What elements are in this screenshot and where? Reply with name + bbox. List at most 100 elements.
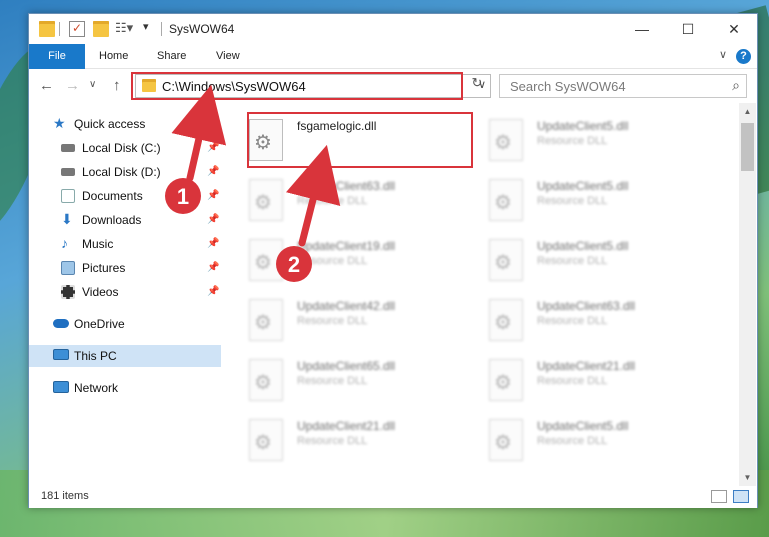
file-type: Resource DLL xyxy=(537,315,608,327)
dll-file-icon: ⚙ xyxy=(489,119,523,161)
search-input[interactable]: Search SysWOW64 xyxy=(510,79,626,94)
pin-icon[interactable]: 📌 xyxy=(207,281,219,303)
sidebar-item-local-disk-d[interactable]: Local Disk (D:) 📌 xyxy=(29,161,221,183)
ribbon: File Home Share View ∨ ? xyxy=(29,44,757,69)
sidebar-item-label: Videos xyxy=(82,285,119,299)
gear-icon: ⚙ xyxy=(254,432,272,454)
sidebar-item-documents[interactable]: Documents 📌 xyxy=(29,185,221,207)
gear-icon: ⚙ xyxy=(254,192,272,214)
pin-icon[interactable]: 📌 xyxy=(207,233,219,255)
sidebar-item-label: Music xyxy=(82,237,114,251)
cloud-icon xyxy=(53,319,69,328)
file-type: Resource DLL xyxy=(537,435,608,447)
search-icon[interactable]: ⌕ xyxy=(732,77,740,94)
help-icon[interactable]: ? xyxy=(736,49,751,64)
vertical-scrollbar[interactable]: ▲ ▼ xyxy=(739,103,756,486)
refresh-button[interactable]: ↻ xyxy=(467,73,487,93)
explorer-window: ☷▾ ▾ SysWOW64 — ☐ ✕ File Home Share View… xyxy=(28,13,758,508)
sidebar-item-onedrive[interactable]: OneDrive xyxy=(29,313,221,335)
search-box[interactable]: Search SysWOW64 ⌕ xyxy=(499,74,747,98)
properties-icon[interactable] xyxy=(69,21,85,37)
sidebar-item-label: Pictures xyxy=(82,261,126,275)
file-item[interactable]: ⚙ UpdateClient42.dll Resource DLL xyxy=(229,293,459,347)
close-button[interactable]: ✕ xyxy=(711,14,757,44)
scroll-thumb[interactable] xyxy=(741,123,754,171)
maximize-button[interactable]: ☐ xyxy=(665,14,711,44)
file-item[interactable]: ⚙ UpdateClient5.dll Resource DLL xyxy=(469,173,699,227)
dll-file-icon: ⚙ xyxy=(249,299,283,341)
tab-view[interactable]: View xyxy=(216,44,240,69)
file-item[interactable]: ⚙ UpdateClient63.dll Resource DLL xyxy=(469,293,699,347)
sidebar-item-label: This PC xyxy=(74,349,117,363)
file-item[interactable]: ⚙ UpdateClient21.dll Resource DLL xyxy=(229,413,459,467)
up-button[interactable]: ↑ xyxy=(113,77,121,94)
scroll-down-icon[interactable]: ▼ xyxy=(739,469,756,486)
file-item[interactable]: ⚙ UpdateClient5.dll Resource DLL xyxy=(469,233,699,287)
sidebar-item-network[interactable]: Network xyxy=(29,377,221,399)
back-button[interactable]: ← xyxy=(39,77,54,94)
sidebar-item-label: OneDrive xyxy=(74,317,125,331)
file-type: Resource DLL xyxy=(537,135,608,147)
customize-toolbar-icon[interactable]: ▾ xyxy=(143,20,159,36)
item-count: 181 items xyxy=(41,490,89,502)
pin-icon[interactable]: 📌 xyxy=(207,209,219,231)
file-name: UpdateClient42.dll xyxy=(297,299,396,313)
navigation-bar: ← → ∨ ↑ C:\Windows\SysWOW64 ∨ ↻ Search S… xyxy=(29,69,757,103)
file-name: UpdateClient63.dll xyxy=(297,179,396,193)
star-icon: ★ xyxy=(53,115,66,131)
file-item[interactable]: ⚙ UpdateClient63.dll Resource DLL xyxy=(229,173,459,227)
file-item[interactable]: ⚙ UpdateClient65.dll Resource DLL xyxy=(229,353,459,407)
sidebar-item-downloads[interactable]: ⬇ Downloads 📌 xyxy=(29,209,221,231)
file-name: UpdateClient65.dll xyxy=(297,359,396,373)
file-highlight xyxy=(247,112,473,168)
documents-icon xyxy=(61,189,75,203)
file-item[interactable]: ⚙ UpdateClient21.dll Resource DLL xyxy=(469,353,699,407)
computer-icon xyxy=(53,349,69,360)
pin-icon[interactable]: 📌 xyxy=(207,257,219,279)
scroll-up-icon[interactable]: ▲ xyxy=(739,103,756,120)
gear-icon: ⚙ xyxy=(254,252,272,274)
new-folder-icon[interactable] xyxy=(93,21,109,37)
dll-file-icon: ⚙ xyxy=(489,239,523,281)
sidebar-item-videos[interactable]: Videos 📌 xyxy=(29,281,221,303)
sidebar-item-local-disk-c[interactable]: Local Disk (C:) 📌 xyxy=(29,137,221,159)
file-item[interactable]: ⚙ UpdateClient5.dll Resource DLL xyxy=(469,413,699,467)
forward-button[interactable]: → xyxy=(65,77,80,94)
pin-icon[interactable]: 📌 xyxy=(207,161,219,183)
sidebar-item-music[interactable]: ♪ Music 📌 xyxy=(29,233,221,255)
dll-file-icon: ⚙ xyxy=(489,359,523,401)
file-name: UpdateClient63.dll xyxy=(537,299,636,313)
file-list: ⚙ fsgamelogic.dll ⚙ UpdateClient5.dll Re… xyxy=(229,103,739,486)
file-item[interactable]: ⚙ UpdateClient5.dll Resource DLL xyxy=(469,113,699,167)
pin-icon[interactable]: 📌 xyxy=(207,137,219,159)
sidebar-item-quick-access[interactable]: ★ Quick access xyxy=(29,113,221,135)
file-type: Resource DLL xyxy=(297,375,368,387)
large-icons-view-icon[interactable] xyxy=(733,490,749,503)
pin-icon[interactable]: 📌 xyxy=(207,185,219,207)
file-type: Resource DLL xyxy=(297,195,368,207)
file-item[interactable]: ⚙ UpdateClient19.dll Resource DLL xyxy=(229,233,459,287)
recent-locations-button[interactable]: ∨ xyxy=(89,79,96,90)
dll-file-icon: ⚙ xyxy=(489,419,523,461)
dll-file-icon: ⚙ xyxy=(489,179,523,221)
sidebar-item-label: Local Disk (D:) xyxy=(82,165,161,179)
details-view-icon[interactable] xyxy=(711,490,727,503)
gear-icon: ⚙ xyxy=(254,312,272,334)
folder-icon[interactable] xyxy=(39,21,55,37)
pictures-icon xyxy=(61,261,75,275)
file-name: UpdateClient5.dll xyxy=(537,119,629,133)
music-icon: ♪ xyxy=(61,235,68,251)
tab-share[interactable]: Share xyxy=(157,44,186,69)
file-type: Resource DLL xyxy=(537,195,608,207)
sidebar-item-pictures[interactable]: Pictures 📌 xyxy=(29,257,221,279)
divider xyxy=(59,22,60,36)
file-name: UpdateClient5.dll xyxy=(537,419,629,433)
tab-home[interactable]: Home xyxy=(99,44,128,69)
chevron-down-icon[interactable]: ∨ xyxy=(719,48,727,61)
minimize-button[interactable]: — xyxy=(619,14,665,44)
sidebar-item-this-pc[interactable]: This PC xyxy=(29,345,221,367)
tab-file[interactable]: File xyxy=(29,44,85,69)
view-options-icon[interactable]: ☷▾ xyxy=(115,20,133,36)
sidebar-item-label: Downloads xyxy=(82,213,142,227)
file-name: UpdateClient19.dll xyxy=(297,239,396,253)
